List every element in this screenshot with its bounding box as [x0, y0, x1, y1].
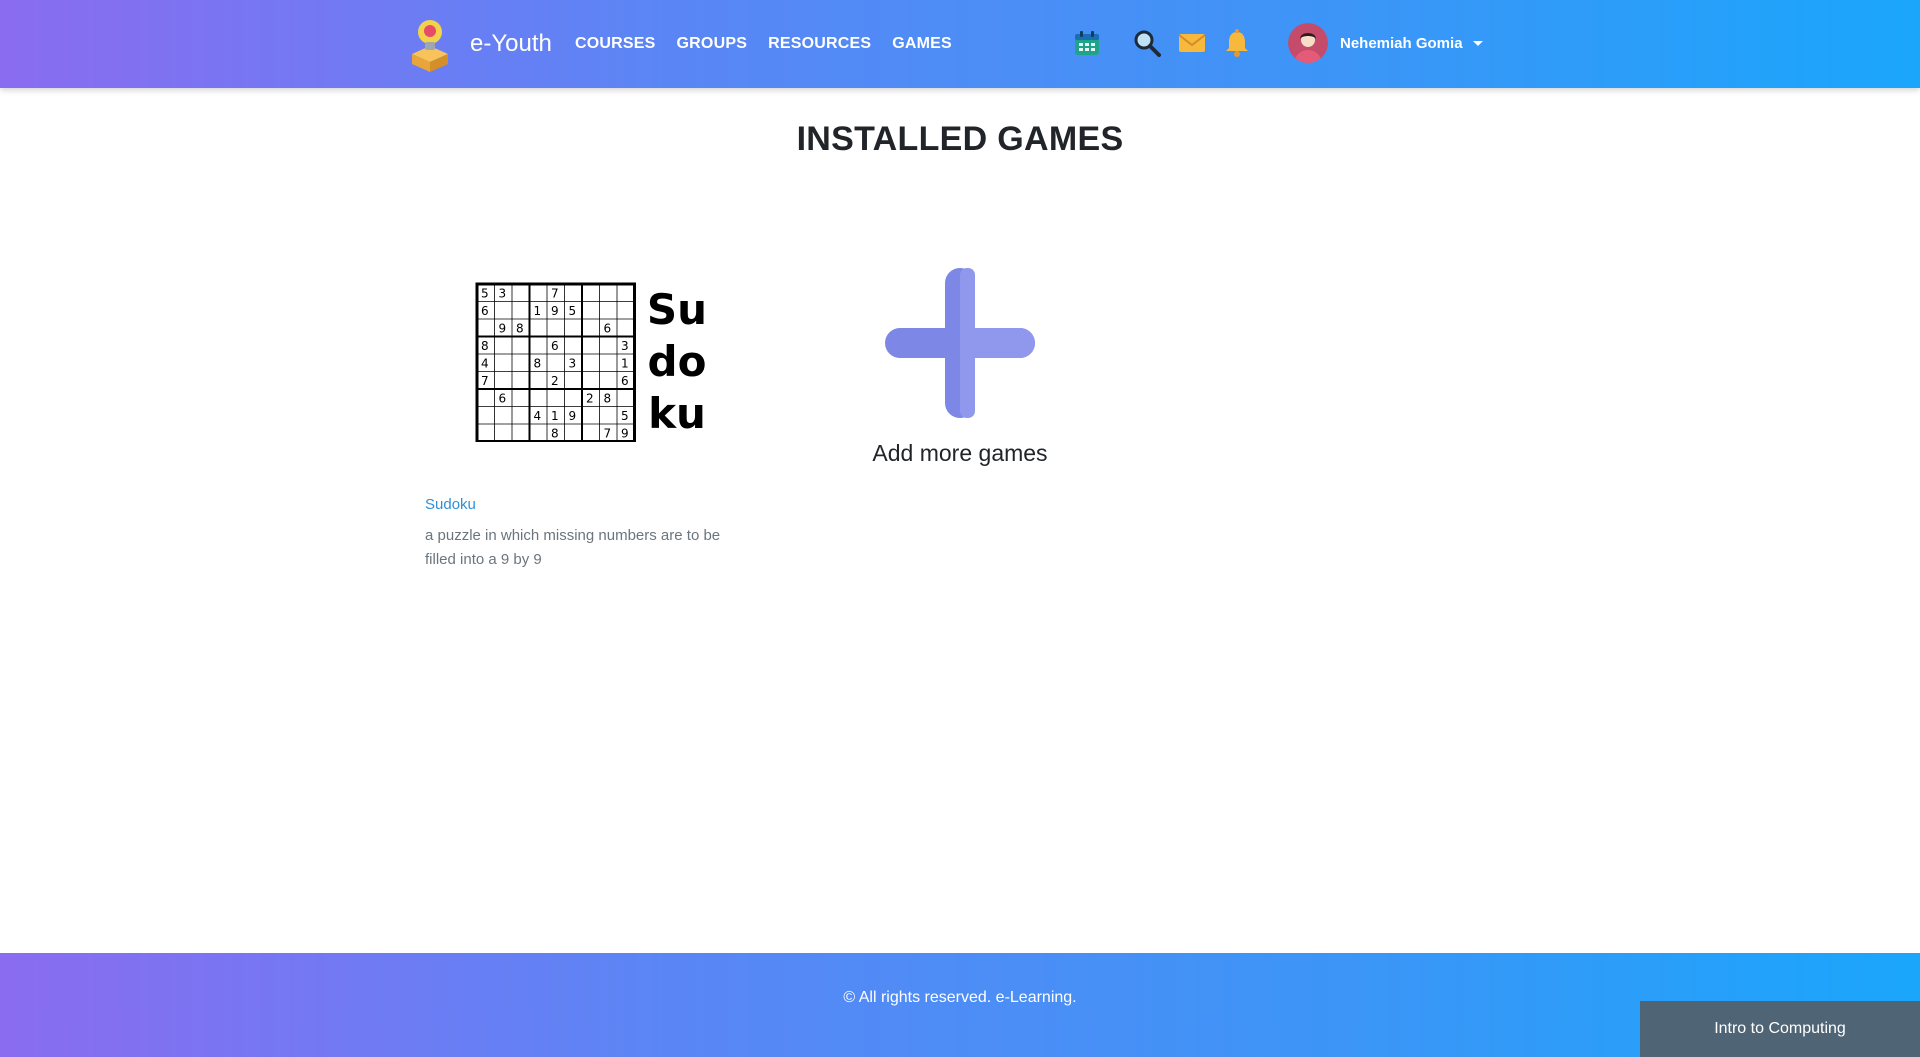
- sudoku-cell-value: 4: [481, 357, 489, 371]
- sudoku-cell-value: 7: [481, 374, 489, 388]
- sudoku-cell-value: 3: [499, 287, 507, 301]
- page-title: INSTALLED GAMES: [796, 120, 1124, 158]
- calendar-icon[interactable]: [1070, 26, 1104, 60]
- sudoku-cell-value: 9: [569, 409, 577, 423]
- footer-copyright: © All rights reserved. e-Learning.: [843, 989, 1077, 1006]
- bell-icon[interactable]: [1220, 26, 1254, 60]
- brand-name: e-Youth: [470, 30, 552, 57]
- course-tab[interactable]: Intro to Computing: [1640, 1001, 1920, 1057]
- sudoku-cell-value: 9: [621, 427, 629, 441]
- top-navbar: e-Youth COURSES GROUPS RESOURCES GAMES N…: [0, 0, 1920, 88]
- user-name: Nehemiah Gomia: [1340, 34, 1463, 52]
- sudoku-grid: 5 3 76 1 9 59 8 68 6 34 8 3 17 2 66 2 84 1 9 58 7 9: [475, 282, 636, 442]
- avatar: [1288, 23, 1328, 63]
- chevron-down-icon: [1472, 40, 1483, 46]
- footer: © All rights reserved. e-Learning.: [0, 953, 1920, 1057]
- sudoku-cell-value: 6: [551, 339, 559, 353]
- sudoku-cell-value: 2: [586, 392, 594, 406]
- nav-courses[interactable]: COURSES: [575, 35, 656, 53]
- sudoku-cell-value: 9: [499, 322, 507, 336]
- sudoku-cell-value: 4: [534, 409, 542, 423]
- main-nav: COURSES GROUPS RESOURCES GAMES: [575, 0, 973, 88]
- add-games-label: Add more games: [872, 440, 1048, 466]
- nav-games[interactable]: GAMES: [892, 35, 952, 53]
- sudoku-cell-value: 1: [551, 409, 559, 423]
- sudoku-thumb-text-2: do: [648, 337, 707, 386]
- sudoku-cell-value: 7: [604, 427, 612, 441]
- lightbulb-box-logo: [412, 20, 448, 72]
- game-link-sudoku[interactable]: Sudoku: [425, 496, 476, 513]
- sudoku-cell-value: 5: [569, 304, 577, 318]
- sudoku-cell-value: 8: [481, 339, 489, 353]
- sudoku-thumb-text-3: ku: [648, 389, 706, 438]
- sudoku-cell-value: 5: [481, 287, 489, 301]
- mail-icon[interactable]: [1175, 26, 1209, 60]
- sudoku-cell-value: 6: [604, 322, 612, 336]
- sudoku-cell-value: 7: [551, 287, 559, 301]
- sudoku-cell-value: 2: [551, 374, 559, 388]
- sudoku-cell-value: 5: [621, 409, 629, 423]
- sudoku-cell-value: 6: [621, 374, 629, 388]
- search-icon[interactable]: [1130, 26, 1164, 60]
- sudoku-cell-value: 8: [551, 427, 559, 441]
- nav-resources[interactable]: RESOURCES: [768, 35, 871, 53]
- sudoku-cell-value: 8: [516, 322, 524, 336]
- sudoku-cell-value: 6: [499, 392, 507, 406]
- sudoku-thumb-text-1: Su: [647, 285, 707, 334]
- nav-groups[interactable]: GROUPS: [677, 35, 748, 53]
- sudoku-cell-value: 8: [534, 357, 542, 371]
- sudoku-cell-value: 3: [621, 339, 629, 353]
- brand[interactable]: e-Youth: [408, 16, 552, 72]
- sudoku-cell-value: 1: [534, 304, 542, 318]
- sudoku-cell-value: 1: [621, 357, 629, 371]
- sudoku-thumbnail[interactable]: 5 3 76 1 9 59 8 68 6 34 8 3 17 2 66 2 84 1 9 58 7 9 Su do ku: [447, 272, 737, 442]
- user-menu[interactable]: Nehemiah Gomia: [1288, 23, 1483, 63]
- game-description: a puzzle in which missing numbers are to…: [425, 527, 721, 568]
- sudoku-cell-value: 8: [604, 392, 612, 406]
- sudoku-cell-value: 9: [551, 304, 559, 318]
- plus-icon[interactable]: [885, 268, 1035, 418]
- sudoku-cell-value: 6: [481, 304, 489, 318]
- sudoku-cell-value: 3: [569, 357, 577, 371]
